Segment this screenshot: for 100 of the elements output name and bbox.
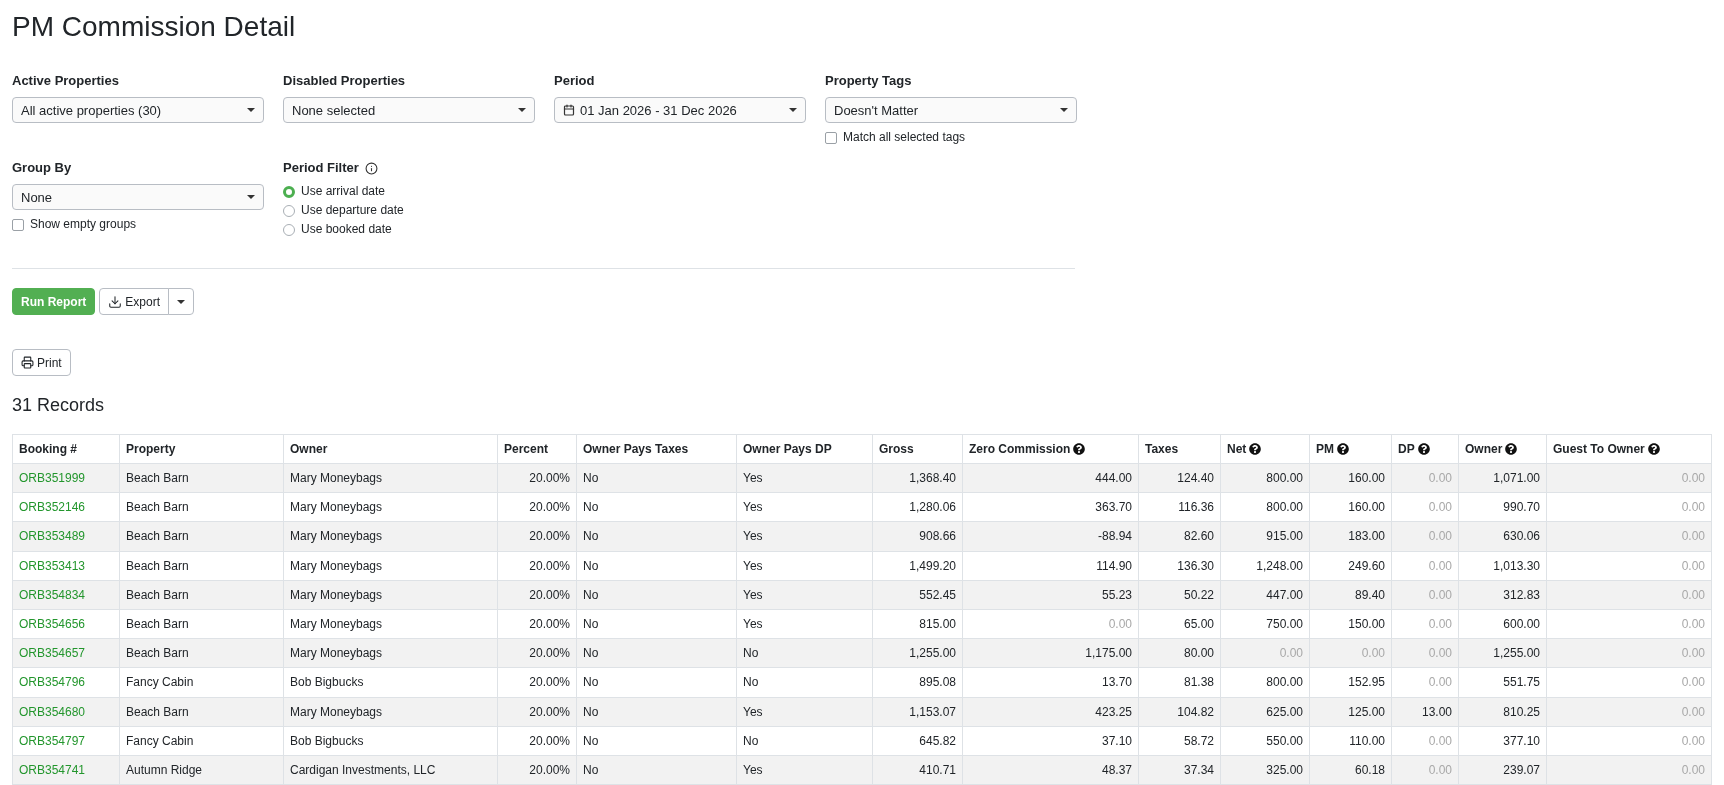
table-cell: -88.94 (962, 521, 1139, 552)
table-cell: 81.38 (1138, 667, 1221, 697)
table-cell: 65.00 (1138, 609, 1221, 639)
table-cell: Beach Barn (119, 551, 284, 581)
checkbox[interactable] (12, 218, 24, 231)
table-cell: 150.00 (1309, 609, 1392, 639)
print-icon (21, 356, 34, 369)
column-header: Booking # (19, 442, 77, 456)
checkbox[interactable] (825, 131, 837, 144)
help-icon[interactable] (1505, 443, 1518, 455)
export-button[interactable]: Export (99, 288, 169, 315)
table-cell: No (736, 667, 873, 697)
caret-icon (177, 299, 185, 304)
column-header: Owner Pays DP (743, 442, 832, 456)
table-cell: 325.00 (1220, 755, 1310, 785)
table-cell: 0.00 (1391, 609, 1459, 639)
table-cell: 152.95 (1309, 667, 1392, 697)
column-header: Guest To Owner (1553, 442, 1645, 456)
radio-button[interactable] (283, 185, 295, 198)
radio-label: Use arrival date (301, 184, 386, 199)
column-header: Taxes (1145, 442, 1179, 456)
table-cell: 630.06 (1458, 521, 1547, 552)
table-cell: 895.08 (872, 667, 963, 697)
run-report-button[interactable]: Run Report (12, 288, 96, 315)
table-cell: 0.00 (1391, 667, 1459, 697)
column-header: Gross (879, 442, 914, 456)
table-cell: 60.18 (1309, 755, 1392, 785)
table-cell: 990.70 (1458, 492, 1547, 522)
table-cell: 600.00 (1458, 609, 1547, 639)
table-cell: 160.00 (1309, 492, 1392, 522)
caret-icon (247, 108, 255, 112)
page-title: PM Commission Detail (12, 10, 297, 44)
table-cell: 20.00% (497, 638, 577, 668)
radio-label: Use departure date (301, 203, 404, 218)
help-icon[interactable] (1249, 443, 1262, 455)
caret-icon (518, 108, 526, 112)
table-cell: 160.00 (1309, 463, 1392, 493)
help-icon[interactable] (1647, 443, 1660, 455)
table-cell: 116.36 (1138, 492, 1221, 522)
caret-icon (247, 195, 255, 199)
column-header: Percent (504, 442, 549, 456)
table-cell: 363.70 (962, 492, 1139, 522)
table-cell: Yes (736, 521, 873, 552)
export-menu-button[interactable] (168, 288, 194, 315)
table-cell: 37.10 (962, 726, 1139, 756)
date-range-picker[interactable]: 01 Jan 2026 - 31 Dec 2026 (554, 97, 806, 123)
checkbox-label: Match all selected tags (843, 130, 966, 145)
table-cell: 0.00 (1391, 726, 1459, 756)
download-icon (108, 294, 123, 309)
table-cell: 0.00 (1391, 521, 1459, 552)
table-cell: 0.00 (1546, 551, 1712, 581)
table-cell: Mary Moneybags (283, 580, 498, 610)
table-cell: 750.00 (1220, 609, 1310, 639)
table-cell: 1,280.06 (872, 492, 963, 522)
info-icon[interactable] (364, 161, 378, 175)
help-icon[interactable] (1417, 443, 1430, 455)
table-cell: 815.00 (872, 609, 963, 639)
records-count: 31 Records (12, 394, 106, 416)
table-cell: 50.22 (1138, 580, 1221, 610)
dropdown-select[interactable]: None (12, 184, 264, 210)
help-icon[interactable] (1073, 443, 1086, 455)
help-icon[interactable] (1337, 443, 1349, 455)
table-cell: 20.00% (497, 755, 577, 785)
dropdown-select[interactable]: Doesn't Matter (825, 97, 1077, 123)
column-header: Owner (290, 442, 328, 456)
table-cell: Yes (736, 463, 873, 493)
table-cell: 125.00 (1309, 697, 1392, 727)
radio-button[interactable] (283, 204, 295, 217)
dropdown-select[interactable]: None selected (283, 97, 535, 123)
table-cell: 183.00 (1309, 521, 1392, 552)
table-cell: Bob Bigbucks (283, 667, 498, 697)
table-cell: 410.71 (872, 755, 963, 785)
table-cell: 20.00% (497, 667, 577, 697)
table-cell: 20.00% (497, 580, 577, 610)
table-cell: 114.90 (962, 551, 1139, 581)
table-cell: 1,013.30 (1458, 551, 1547, 581)
table-cell: 625.00 (1220, 697, 1310, 727)
table-cell: No (736, 726, 873, 756)
dropdown-select[interactable]: All active properties (30) (12, 97, 264, 123)
table-cell: 447.00 (1220, 580, 1310, 610)
table-cell: 645.82 (872, 726, 963, 756)
table-cell: 20.00% (497, 726, 577, 756)
caret-icon (1060, 108, 1068, 112)
table-cell: 58.72 (1138, 726, 1221, 756)
table-cell: 0.00 (1546, 463, 1712, 493)
field-label: Disabled Properties (283, 73, 406, 89)
table-cell: 0.00 (1546, 638, 1712, 668)
print-button[interactable]: Print (12, 349, 71, 376)
table-cell: Beach Barn (119, 521, 284, 552)
table-cell: Cardigan Investments, LLC (283, 755, 498, 785)
table-cell: Mary Moneybags (283, 521, 498, 552)
table-cell: Beach Barn (119, 492, 284, 522)
column-header: PM (1316, 442, 1334, 456)
table-cell: 104.82 (1138, 697, 1221, 727)
table-cell: 915.00 (1220, 521, 1310, 552)
table-cell: 0.00 (1546, 755, 1712, 785)
table-cell: 552.45 (872, 580, 963, 610)
table-cell: Mary Moneybags (283, 551, 498, 581)
radio-button[interactable] (283, 223, 295, 236)
table-cell: 1,175.00 (962, 638, 1139, 668)
